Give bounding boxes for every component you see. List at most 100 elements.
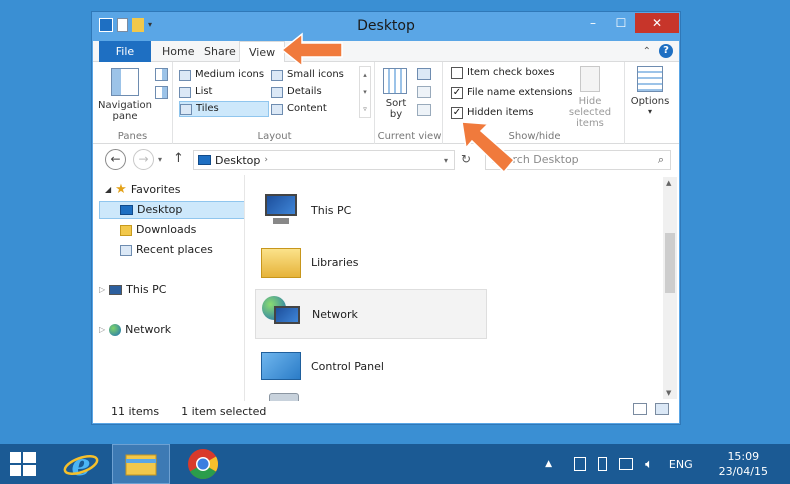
nav-recent-places[interactable]: Recent places <box>99 241 213 259</box>
nav-desktop[interactable]: Desktop <box>99 201 245 219</box>
layout-scroll[interactable]: ▴ ▾ ▿ <box>359 66 371 118</box>
hide-selected-label: Hide selected items <box>568 96 612 129</box>
expand-arrow-icon[interactable]: ◢ <box>105 181 111 199</box>
tab-file[interactable]: File <box>99 41 151 62</box>
details-pane-icon[interactable] <box>155 86 168 99</box>
show-hidden-icons-icon[interactable]: ▲ <box>545 459 552 469</box>
clock-time: 15:09 <box>727 450 760 463</box>
item-check-boxes-option[interactable]: Item check boxes <box>451 65 555 81</box>
taskbar-chrome[interactable] <box>174 444 232 484</box>
network-status-icon[interactable] <box>619 458 634 470</box>
clock-date: 23/04/15 <box>718 465 768 478</box>
desktop-location-icon <box>198 155 211 165</box>
group-layout: Medium icons Small icons List Details Ti… <box>175 62 375 144</box>
start-button[interactable] <box>0 444 46 484</box>
content-icon <box>271 103 283 115</box>
layout-medium-icons[interactable]: Medium icons <box>179 67 264 83</box>
close-button[interactable]: ✕ <box>635 13 679 33</box>
vertical-scrollbar[interactable]: ▲ ▼ <box>663 177 677 399</box>
nav-network[interactable]: ▷ Network <box>99 321 171 339</box>
explorer-window: ▾ Desktop – ☐ ✕ File Home Share View ⌃ ?… <box>92 12 680 424</box>
content-area: This PC Libraries Network Control Panel <box>255 175 665 401</box>
control-panel-icon <box>259 344 303 388</box>
maximize-button[interactable]: ☐ <box>607 13 635 33</box>
file-name-extensions-checkbox[interactable]: ✓ <box>451 87 463 99</box>
forward-button[interactable]: → <box>133 149 154 170</box>
navigation-pane: ◢ ★ Favorites Desktop Downloads Recent p… <box>99 181 245 399</box>
help-icon[interactable]: ? <box>659 44 673 58</box>
status-bar: 11 items 1 item selected <box>93 399 679 423</box>
group-by-icon[interactable] <box>417 68 431 80</box>
address-history-icon[interactable]: ▾ <box>444 156 448 165</box>
sort-by-label: Sort by <box>385 98 407 120</box>
tile-control-panel[interactable]: Control Panel <box>259 341 491 391</box>
this-pc-icon <box>259 188 303 232</box>
expand-arrow-icon[interactable]: ▷ <box>99 281 105 299</box>
pane-divider[interactable] <box>244 175 245 401</box>
layout-details[interactable]: Details <box>271 84 322 100</box>
dropdown-icon[interactable]: ▾ <box>158 155 162 164</box>
back-button[interactable]: ← <box>105 149 126 170</box>
address-field[interactable]: Desktop › ▾ <box>193 150 455 170</box>
taskbar-internet-explorer[interactable]: e <box>52 444 110 484</box>
layout-small-icons[interactable]: Small icons <box>271 67 344 83</box>
clock[interactable]: 15:09 23/04/15 <box>719 449 768 479</box>
navigation-pane-icon <box>111 68 139 96</box>
libraries-icon <box>259 240 303 284</box>
layout-content[interactable]: Content <box>271 101 327 117</box>
nav-favorites[interactable]: ◢ ★ Favorites <box>105 181 181 199</box>
group-label-current-view: Current view <box>377 131 442 142</box>
item-check-boxes-checkbox[interactable] <box>451 67 463 79</box>
search-icon[interactable]: ⌕ <box>658 151 664 169</box>
tiles-icon <box>180 103 192 115</box>
computer-icon <box>109 285 123 295</box>
group-label-panes: Panes <box>117 131 148 142</box>
tile-this-pc[interactable]: This PC <box>259 185 491 235</box>
expand-arrow-icon[interactable]: ▷ <box>99 321 105 339</box>
navigation-pane-button[interactable]: Navigation pane <box>97 68 153 122</box>
nav-downloads[interactable]: Downloads <box>99 221 196 239</box>
options-button[interactable]: Options ▾ <box>627 66 673 116</box>
layout-list[interactable]: List <box>179 84 212 100</box>
options-icon <box>637 66 663 92</box>
language-indicator[interactable]: ENG <box>669 458 693 471</box>
sort-by-button[interactable]: Sort by <box>381 68 409 120</box>
hide-selected-items-button[interactable]: Hide selected items <box>559 66 621 129</box>
details-view-icon[interactable] <box>633 403 647 415</box>
up-button[interactable]: ↑ <box>173 151 184 166</box>
chevron-up-icon[interactable]: ⌃ <box>643 46 651 57</box>
scroll-up-icon[interactable]: ▲ <box>666 179 671 187</box>
battery-icon[interactable] <box>598 457 608 471</box>
minimize-button[interactable]: – <box>579 13 607 33</box>
ribbon-controls: ⌃ ? <box>643 44 673 58</box>
item-count: 11 items <box>111 404 160 418</box>
group-label-layout: Layout <box>257 131 292 142</box>
tab-share[interactable]: Share <box>195 41 245 62</box>
title-bar[interactable]: ▾ Desktop – ☐ ✕ <box>93 13 679 41</box>
size-columns-icon[interactable] <box>417 104 431 116</box>
recent-places-icon <box>120 244 132 256</box>
tile-network[interactable]: Network <box>255 289 487 339</box>
scroll-down-icon[interactable]: ▼ <box>666 389 671 397</box>
file-name-extensions-option[interactable]: ✓ File name extensions <box>451 85 572 101</box>
view-toggle <box>633 403 669 415</box>
tile-libraries[interactable]: Libraries <box>259 237 491 287</box>
desktop-icon <box>120 205 133 215</box>
network-tile-icon <box>260 292 304 336</box>
selected-count: 1 item selected <box>181 404 267 418</box>
volume-icon[interactable]: 🔈︎ <box>645 457 653 472</box>
list-icon <box>179 86 191 98</box>
add-columns-icon[interactable] <box>417 86 431 98</box>
breadcrumb-chevron-icon[interactable]: › <box>264 155 268 165</box>
group-current-view: Sort by Current view <box>377 62 443 144</box>
options-dropdown-icon: ▾ <box>647 107 652 116</box>
large-icons-view-icon[interactable] <box>655 403 669 415</box>
taskbar-file-explorer[interactable] <box>112 444 170 484</box>
action-center-icon[interactable] <box>574 457 587 471</box>
windows-logo-icon <box>10 452 36 476</box>
nav-this-pc[interactable]: ▷ This PC <box>99 281 166 299</box>
tab-view[interactable]: View <box>239 41 286 63</box>
preview-pane-icon[interactable] <box>155 68 168 81</box>
layout-tiles[interactable]: Tiles <box>179 101 269 117</box>
scroll-thumb[interactable] <box>665 233 675 293</box>
